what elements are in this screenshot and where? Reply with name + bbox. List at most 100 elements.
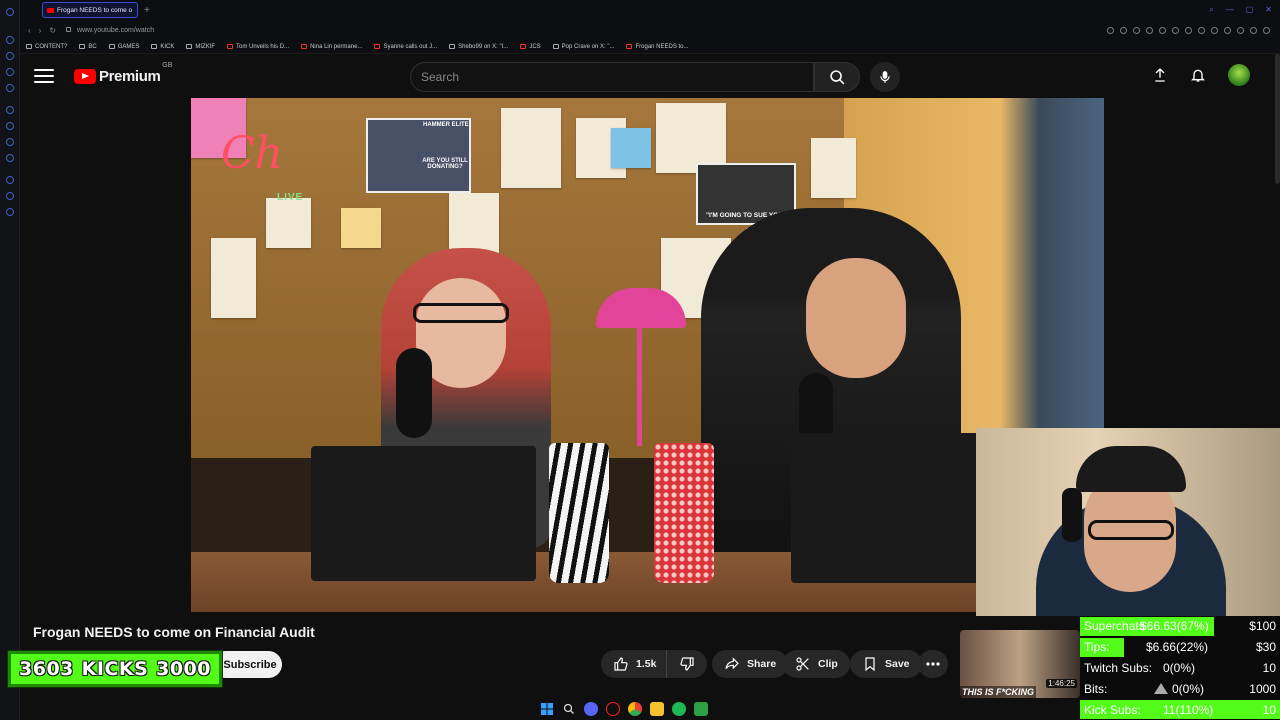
notifications-bell-icon[interactable] bbox=[1190, 66, 1206, 84]
url-field[interactable]: www.youtube.com/watch bbox=[66, 26, 154, 34]
goal-target: 1000 bbox=[1249, 681, 1276, 696]
zoom-icon[interactable] bbox=[1107, 26, 1114, 34]
forward-icon[interactable]: › bbox=[39, 26, 42, 35]
sidebar-twitch-icon[interactable] bbox=[5, 122, 14, 130]
kicks-current: 3603 bbox=[19, 658, 74, 680]
youtube-premium-logo[interactable]: Premium GB bbox=[74, 62, 172, 85]
sidebar-clock-icon[interactable] bbox=[5, 192, 14, 200]
like-button[interactable]: 1.5k bbox=[601, 650, 668, 678]
goal-target: 10 bbox=[1262, 660, 1276, 675]
spotify-icon[interactable] bbox=[672, 702, 686, 716]
reddit-favicon-icon bbox=[374, 44, 381, 49]
opera-logo-icon[interactable] bbox=[5, 8, 14, 16]
goal-target: $100 bbox=[1249, 619, 1276, 634]
like-dislike-group: 1.5k bbox=[601, 650, 708, 678]
bookmark-link[interactable]: Tom Unveils his D... bbox=[227, 44, 289, 50]
reload-icon[interactable]: ↻ bbox=[49, 26, 56, 35]
menu-hamburger-icon[interactable] bbox=[34, 69, 54, 83]
bookmark-folder[interactable]: MIZKIF bbox=[186, 44, 215, 50]
menu-icon[interactable] bbox=[1198, 26, 1205, 34]
bookmark-folder[interactable]: CONTENT? bbox=[26, 44, 67, 50]
heart-icon[interactable] bbox=[1185, 26, 1192, 34]
tab-strip: Frogan NEEDS to come o + ⌕ — ▢ ✕ bbox=[20, 0, 1280, 20]
bookmark-folder[interactable]: GAMES bbox=[108, 44, 139, 50]
search-tabs-icon[interactable]: ⌕ bbox=[1209, 5, 1213, 15]
clip-button[interactable]: Clip bbox=[783, 650, 850, 678]
host-left-glasses bbox=[413, 303, 509, 323]
sidebar-bag-icon[interactable] bbox=[5, 52, 14, 60]
account-avatar[interactable] bbox=[1228, 64, 1250, 86]
bookmark-link[interactable]: JCS bbox=[520, 44, 541, 50]
goal-row-bits: Bits: 0(0%) 1000 bbox=[1080, 678, 1280, 699]
download-icon[interactable] bbox=[1250, 26, 1257, 34]
sidebar-home-icon[interactable] bbox=[5, 36, 14, 44]
youtube-play-icon bbox=[74, 68, 96, 84]
taskbar-search-icon[interactable] bbox=[562, 702, 576, 716]
suggested-video-thumbnail[interactable]: 1:46:25 THIS IS F*CKING bbox=[960, 630, 1080, 698]
voice-search-button[interactable] bbox=[870, 62, 900, 92]
save-label: Save bbox=[885, 658, 910, 670]
settings-icon[interactable] bbox=[1263, 26, 1270, 34]
vpn-icon[interactable] bbox=[1211, 26, 1218, 34]
tab-active[interactable]: Frogan NEEDS to come o bbox=[42, 2, 138, 18]
streamer-webcam bbox=[976, 428, 1280, 616]
shaker-cup-white bbox=[549, 443, 609, 583]
bookmark-link[interactable]: Shebo99 on X: "I... bbox=[449, 44, 508, 50]
play-icon[interactable] bbox=[1172, 26, 1179, 34]
lamp-stem bbox=[637, 326, 642, 446]
wallet-icon[interactable] bbox=[1237, 26, 1244, 34]
file-explorer-icon[interactable] bbox=[650, 702, 664, 716]
sidebar-wallet-icon[interactable] bbox=[5, 84, 14, 92]
extension-icon[interactable] bbox=[1133, 26, 1140, 34]
back-icon[interactable]: ‹ bbox=[28, 26, 31, 35]
windows-start-icon[interactable] bbox=[540, 702, 554, 716]
dislike-button[interactable] bbox=[667, 650, 708, 678]
laptop bbox=[311, 446, 536, 581]
new-tab-icon[interactable]: + bbox=[144, 5, 150, 16]
share-button[interactable]: Share bbox=[712, 650, 789, 678]
chrome-icon[interactable] bbox=[628, 702, 642, 716]
paper-note bbox=[211, 238, 256, 318]
shield-icon[interactable] bbox=[1146, 26, 1153, 34]
more-actions-button[interactable] bbox=[918, 650, 948, 678]
extension-icon[interactable] bbox=[1120, 26, 1127, 34]
camera-icon[interactable] bbox=[1224, 26, 1231, 34]
subscribe-button[interactable]: Subscribe bbox=[212, 651, 282, 678]
video-title: Frogan NEEDS to come on Financial Audit bbox=[33, 624, 315, 640]
bookmark-link[interactable]: Frogan NEEDS to... bbox=[626, 44, 689, 50]
bits-gem-icon bbox=[1154, 682, 1168, 694]
close-icon[interactable]: ✕ bbox=[1265, 5, 1272, 15]
sidebar-chat-icon[interactable] bbox=[5, 68, 14, 76]
upload-icon[interactable] bbox=[1152, 66, 1168, 84]
bookmark-folder[interactable]: KICK bbox=[151, 44, 174, 50]
minimize-icon[interactable]: — bbox=[1226, 5, 1234, 15]
paper-note bbox=[501, 108, 561, 188]
bookmark-link[interactable]: Nina Lin permane... bbox=[301, 44, 362, 50]
live-label: LIVE bbox=[277, 192, 304, 203]
kicks-label: KICKS bbox=[81, 658, 149, 680]
extensions-bar bbox=[1107, 26, 1280, 34]
bookmark-link[interactable]: Syanne calls out J... bbox=[374, 44, 437, 50]
bookmark-folder[interactable]: BC bbox=[79, 44, 97, 50]
folder-icon bbox=[108, 44, 115, 49]
folder-icon bbox=[151, 44, 158, 49]
clip-label: Clip bbox=[818, 658, 838, 670]
maximize-icon[interactable]: ▢ bbox=[1246, 5, 1254, 15]
search-button[interactable] bbox=[814, 62, 860, 92]
sidebar-aria-icon[interactable] bbox=[5, 106, 14, 114]
sidebar-settings-icon[interactable] bbox=[5, 208, 14, 216]
page-scrollbar[interactable] bbox=[1275, 54, 1280, 184]
goal-row-twitch-subs: Twitch Subs: 0(0%) 10 bbox=[1080, 658, 1280, 679]
discord-icon[interactable] bbox=[584, 702, 598, 716]
opera-icon[interactable] bbox=[606, 702, 620, 716]
save-button[interactable]: Save bbox=[850, 650, 922, 678]
extension-icon[interactable] bbox=[1159, 26, 1166, 34]
app-icon[interactable] bbox=[694, 702, 708, 716]
sidebar-messenger-icon[interactable] bbox=[5, 138, 14, 146]
video-player[interactable]: Ch LIVE HAMMER ELITE ARE YOU STILL DONAT… bbox=[191, 98, 1104, 612]
search-input[interactable]: Search bbox=[410, 62, 814, 92]
studio-mic bbox=[396, 348, 432, 438]
sidebar-history-icon[interactable] bbox=[5, 176, 14, 184]
sidebar-instagram-icon[interactable] bbox=[5, 154, 14, 162]
bookmark-link[interactable]: Pop Crave on X: "... bbox=[552, 44, 614, 50]
